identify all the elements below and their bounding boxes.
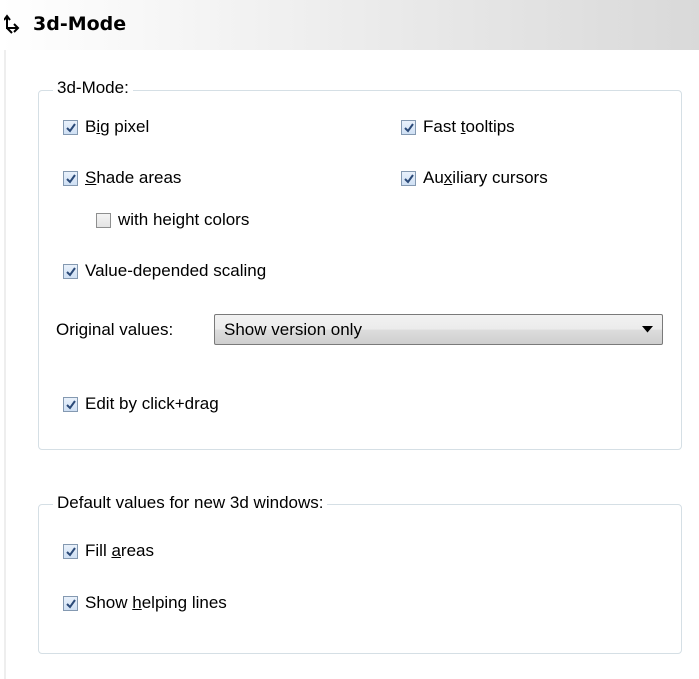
checkbox-checked-icon[interactable] [63, 119, 78, 135]
edit-click-drag-checkbox[interactable]: Edit by click+drag [63, 393, 219, 415]
fast-tooltips-checkbox[interactable]: Fast tooltips [401, 116, 515, 138]
checkbox-checked-icon[interactable] [401, 170, 416, 186]
checkbox-checked-icon[interactable] [401, 119, 416, 135]
auxiliary-cursors-label: Auxiliary cursors [423, 168, 548, 187]
group-3d-mode-legend: 3d-Mode: [53, 78, 133, 98]
shade-areas-checkbox[interactable]: Shade areas [63, 167, 181, 189]
big-pixel-checkbox[interactable]: Big pixel [63, 116, 149, 138]
edit-click-drag-label: Edit by click+drag [85, 394, 219, 413]
checkbox-checked-icon[interactable] [63, 543, 78, 559]
big-pixel-label: Big pixel [85, 117, 150, 136]
fill-areas-checkbox[interactable]: Fill areas [63, 540, 154, 562]
original-values-selected: Show version only [224, 319, 362, 339]
fast-tooltips-label: Fast tooltips [423, 117, 515, 136]
left-divider [4, 50, 6, 679]
shade-areas-label: Shade areas [85, 168, 182, 187]
checkbox-checked-icon[interactable] [63, 595, 78, 611]
section-header: 3d-Mode [0, 0, 699, 50]
dropdown-arrow-icon[interactable] [642, 326, 653, 333]
height-colors-checkbox[interactable]: with height colors [96, 209, 249, 231]
value-scaling-label: Value-depended scaling [85, 261, 267, 280]
group-default-values-legend: Default values for new 3d windows: [53, 493, 328, 513]
show-helping-lines-checkbox[interactable]: Show helping lines [63, 592, 227, 614]
checkbox-unchecked-icon[interactable] [96, 212, 111, 228]
checkbox-checked-icon[interactable] [63, 396, 78, 412]
show-helping-lines-label: Show helping lines [85, 593, 227, 612]
original-values-dropdown[interactable]: Show version only [214, 314, 663, 345]
height-colors-label: with height colors [118, 210, 250, 229]
original-values-label: Original values: [56, 320, 174, 339]
fill-areas-label: Fill areas [85, 541, 154, 560]
page-title: 3d-Mode [33, 13, 127, 35]
3d-axes-icon [4, 14, 20, 34]
value-scaling-checkbox[interactable]: Value-depended scaling [63, 260, 266, 282]
checkbox-checked-icon[interactable] [63, 170, 78, 186]
checkbox-checked-icon[interactable] [63, 263, 78, 279]
auxiliary-cursors-checkbox[interactable]: Auxiliary cursors [401, 167, 548, 189]
group-default-values [38, 504, 682, 654]
